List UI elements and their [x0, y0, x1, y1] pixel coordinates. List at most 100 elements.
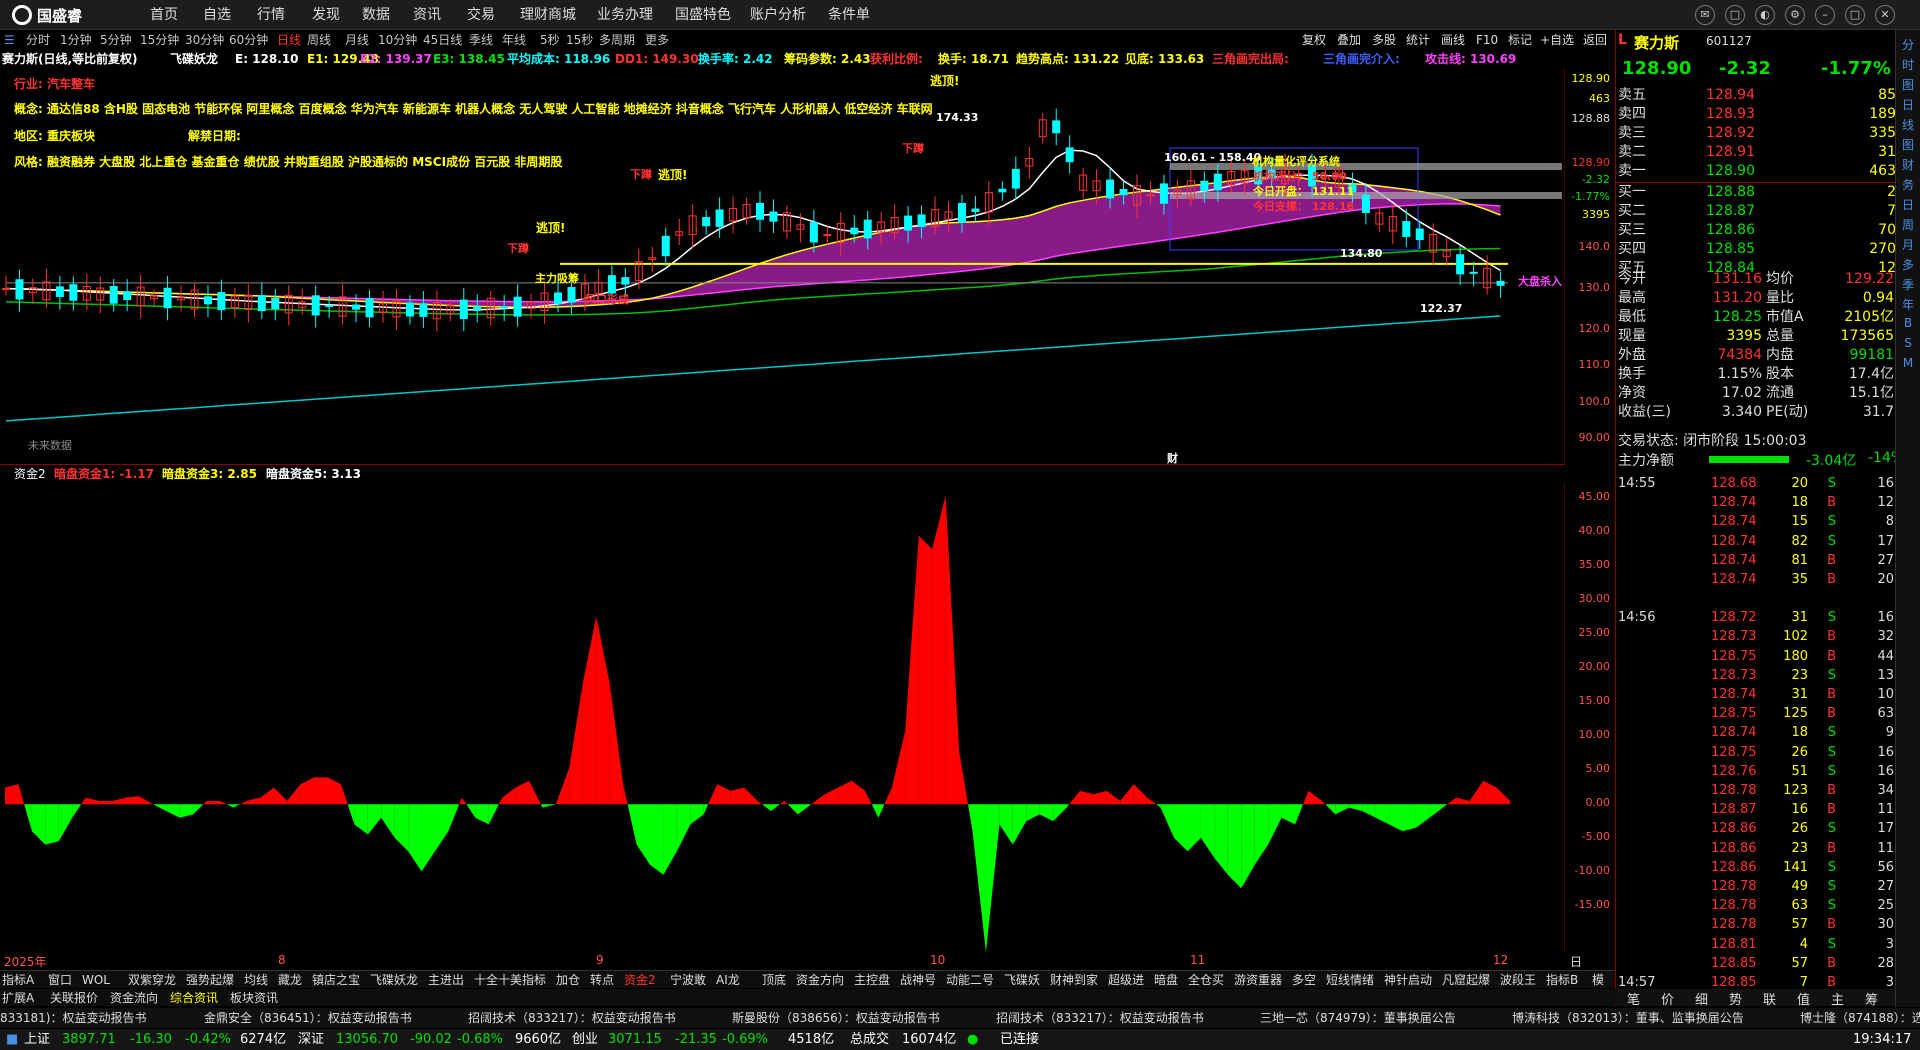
period-1[interactable]: 1分钟 — [60, 31, 92, 49]
indicator-tab-29[interactable]: 神针启动 — [1384, 972, 1432, 988]
kline-chart[interactable] — [0, 68, 1565, 465]
quote-tab-4[interactable]: 联 — [1763, 989, 1776, 1008]
indicator-tab-10[interactable]: 十全十美指标 — [474, 972, 546, 988]
quote-tab-5[interactable]: 值 — [1797, 989, 1810, 1008]
period-4[interactable]: 30分钟 — [185, 31, 224, 49]
sz-label[interactable]: 深证 — [298, 1029, 324, 1050]
quote-tab-3[interactable]: 势 — [1729, 989, 1742, 1008]
news-item[interactable]: 招阔技术（833217）：权益变动报告书 — [468, 1008, 676, 1028]
period-16[interactable]: 更多 — [645, 31, 669, 49]
ext-tab-3[interactable]: 综合资讯 — [170, 990, 218, 1006]
quote-tab-2[interactable]: 细 — [1695, 989, 1708, 1008]
period-8[interactable]: 月线 — [345, 31, 369, 49]
sidebar-item[interactable]: 周 — [1899, 216, 1917, 233]
menu-10[interactable]: 账户分析 — [750, 0, 806, 30]
indicator-tab-0[interactable]: 指标A — [2, 972, 34, 988]
sub-indicator-name[interactable]: 资金2 — [14, 466, 46, 482]
period-10[interactable]: 45日线 — [423, 31, 462, 49]
sidebar-item[interactable]: M — [1899, 356, 1917, 370]
indicator-tab-26[interactable]: 游资重器 — [1234, 972, 1282, 988]
sidebar-item[interactable]: 时 — [1899, 56, 1917, 73]
menu-5[interactable]: 资讯 — [413, 0, 441, 30]
news-item[interactable]: 三地一芯（874979）：董事换届公告 — [1260, 1008, 1456, 1028]
indicator-tab-20[interactable]: 动能二号 — [946, 972, 994, 988]
bid-row[interactable]: 买四 128.85 270 — [1616, 240, 1896, 259]
sidebar-item[interactable]: 季 — [1899, 276, 1917, 293]
period-3[interactable]: 15分钟 — [140, 31, 179, 49]
toolbar-8[interactable]: 返回 — [1583, 31, 1607, 49]
menu-1[interactable]: 自选 — [203, 0, 231, 30]
period-14[interactable]: 15秒 — [566, 31, 593, 49]
sidebar-item[interactable]: 日 — [1899, 196, 1917, 213]
period-12[interactable]: 年线 — [502, 31, 526, 49]
period-11[interactable]: 季线 — [469, 31, 493, 49]
indicator-tab-27[interactable]: 多空 — [1292, 972, 1316, 988]
indicator-tab-23[interactable]: 超级进 — [1108, 972, 1144, 988]
toolbar-6[interactable]: 标记 — [1508, 31, 1532, 49]
indicator-tab-5[interactable]: 均线 — [244, 972, 268, 988]
indicator-tab-16[interactable]: 顶底 — [762, 972, 786, 988]
sidebar-item[interactable]: 务 — [1899, 176, 1917, 193]
indicator-tab-7[interactable]: 镇店之宝 — [312, 972, 360, 988]
indicator-tab-14[interactable]: 宁波敢 — [670, 972, 706, 988]
indicator-tab-15[interactable]: AI龙 — [716, 972, 740, 988]
indicator-tab-9[interactable]: 主进出 — [428, 972, 464, 988]
indicator-tab-30[interactable]: 凡窟起爆 — [1442, 972, 1490, 988]
toolbar-7[interactable]: +自选 — [1540, 31, 1574, 49]
period-2[interactable]: 5分钟 — [100, 31, 132, 49]
close-icon[interactable]: ✕ — [1875, 5, 1895, 25]
indicator-tab-25[interactable]: 全仓买 — [1188, 972, 1224, 988]
quote-tab-0[interactable]: 笔 — [1627, 989, 1640, 1008]
indicator-tab-21[interactable]: 飞碟妖 — [1004, 972, 1040, 988]
indicator-tab-33[interactable]: 模板 — [1592, 972, 1615, 1003]
panel-divider[interactable] — [0, 464, 1565, 465]
menu-0[interactable]: 首页 — [150, 0, 178, 30]
bid-row[interactable]: 买二 128.87 7 — [1616, 202, 1896, 221]
ext-tab-2[interactable]: 资金流向 — [110, 990, 158, 1006]
indicator-tab-2[interactable]: WOL — [82, 972, 110, 988]
sidebar-item[interactable]: 线 — [1899, 116, 1917, 133]
maximize-icon[interactable]: □ — [1845, 5, 1865, 25]
period-13[interactable]: 5秒 — [540, 31, 560, 49]
formula-name[interactable]: 飞碟妖龙 — [170, 50, 218, 68]
bid-row[interactable]: 买一 128.88 2 — [1616, 183, 1896, 202]
quote-tab-6[interactable]: 主 — [1831, 989, 1844, 1008]
minimize-icon[interactable]: – — [1815, 5, 1835, 25]
cy-label[interactable]: 创业 — [572, 1029, 598, 1050]
ext-tab-1[interactable]: 关联报价 — [50, 990, 98, 1006]
menu-4[interactable]: 数据 — [362, 0, 390, 30]
sidebar-item[interactable]: 图 — [1899, 136, 1917, 153]
sidebar-item[interactable]: 财 — [1899, 156, 1917, 173]
indicator-tab-19[interactable]: 战神号 — [900, 972, 936, 988]
fund-flow-chart[interactable] — [0, 482, 1565, 952]
toolbar-4[interactable]: 画线 — [1441, 31, 1465, 49]
toolbar-3[interactable]: 统计 — [1406, 31, 1430, 49]
toolbar-0[interactable]: 复权 — [1302, 31, 1326, 49]
ext-tab-4[interactable]: 板块资讯 — [230, 990, 278, 1006]
message-icon[interactable]: ✉ — [1695, 5, 1715, 25]
ext-tab-0[interactable]: 扩展A — [2, 990, 34, 1006]
ask-row[interactable]: 卖五 128.94 85 — [1616, 86, 1896, 105]
menu-2[interactable]: 行情 — [257, 0, 285, 30]
tick-list[interactable]: 14:55 128.68 20 S 16 128.74 18 B 12 128.74 15 S 8 128… — [1616, 474, 1896, 1009]
period-7[interactable]: 周线 — [307, 31, 331, 49]
bid-row[interactable]: 买三 128.86 70 — [1616, 221, 1896, 240]
period-15[interactable]: 多周期 — [599, 31, 635, 49]
menu-8[interactable]: 业务办理 — [597, 0, 653, 30]
indicator-tab-1[interactable]: 窗口 — [48, 972, 72, 988]
indicator-tab-12[interactable]: 转点 — [590, 972, 614, 988]
list-icon[interactable]: ☰ — [4, 31, 15, 49]
settings-icon[interactable]: ⚙ — [1785, 5, 1805, 25]
ask-row[interactable]: 卖一 128.90 463 — [1616, 162, 1896, 181]
period-6[interactable]: 日线 — [277, 31, 301, 49]
sidebar-item[interactable]: 分 — [1899, 36, 1917, 53]
skin-icon[interactable]: ◐ — [1755, 5, 1775, 25]
toolbar-5[interactable]: F10 — [1476, 31, 1498, 49]
menu-3[interactable]: 发现 — [312, 0, 340, 30]
indicator-tab-4[interactable]: 强势起爆 — [186, 972, 234, 988]
quote-tab-7[interactable]: 筹 — [1865, 989, 1878, 1008]
indicator-tab-11[interactable]: 加仓 — [556, 972, 580, 988]
sidebar-item[interactable]: S — [1899, 336, 1917, 350]
period-9[interactable]: 10分钟 — [378, 31, 417, 49]
indicator-tab-31[interactable]: 波段王 — [1500, 972, 1536, 988]
